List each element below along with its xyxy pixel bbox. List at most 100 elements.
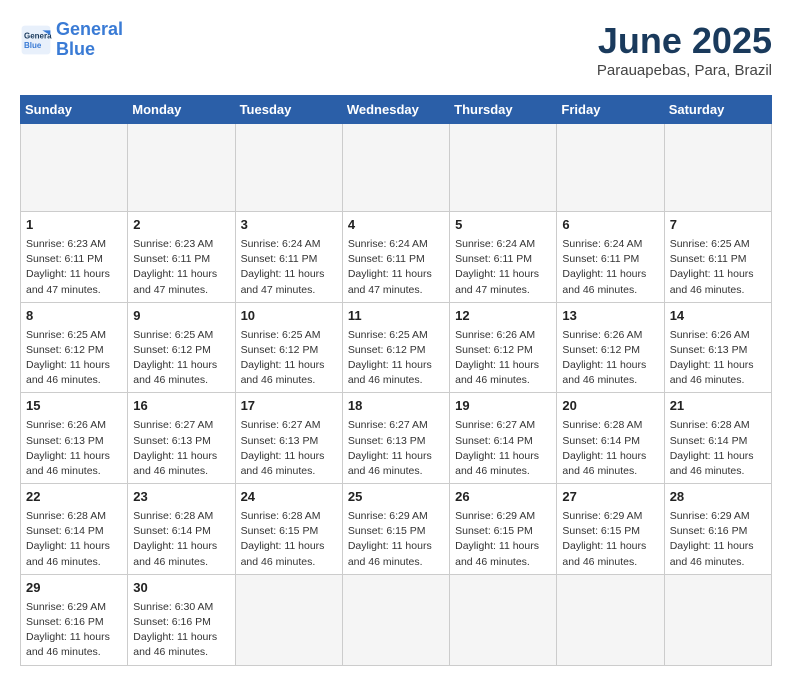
calendar-day-cell	[450, 574, 557, 665]
day-info: Sunrise: 6:27 AMSunset: 6:14 PMDaylight:…	[455, 418, 551, 479]
calendar-day-cell: 28 Sunrise: 6:29 AMSunset: 6:16 PMDayligh…	[664, 484, 771, 575]
calendar-day-cell: 25 Sunrise: 6:29 AMSunset: 6:15 PMDayligh…	[342, 484, 449, 575]
calendar-day-cell	[21, 124, 128, 212]
calendar-day-cell: 6Sunrise: 6:24 AMSunset: 6:11 PMDaylight…	[557, 212, 664, 303]
logo-name: GeneralBlue	[56, 20, 123, 60]
weekday-header: Saturday	[664, 96, 771, 124]
calendar-day-cell: 17Sunrise: 6:27 AMSunset: 6:13 PMDayligh…	[235, 393, 342, 484]
day-number: 27	[562, 488, 658, 507]
calendar-day-cell	[664, 124, 771, 212]
calendar-day-cell: 12Sunrise: 6:26 AMSunset: 6:12 PMDayligh…	[450, 302, 557, 393]
calendar-day-cell: 16Sunrise: 6:27 AMSunset: 6:13 PMDayligh…	[128, 393, 235, 484]
day-info: Sunrise: 6:25 AMSunset: 6:12 PMDaylight:…	[348, 328, 444, 389]
calendar-week-row: 22 Sunrise: 6:28 AMSunset: 6:14 PMDayligh…	[21, 484, 772, 575]
month-title: June 2025	[597, 20, 772, 62]
day-number: 7	[670, 216, 766, 235]
day-info: Sunrise: 6:23 AMSunset: 6:11 PMDaylight:…	[26, 237, 122, 298]
calendar-day-cell: 30Sunrise: 6:30 AMSunset: 6:16 PMDayligh…	[128, 574, 235, 665]
calendar-day-cell: 18 Sunrise: 6:27 AMSunset: 6:13 PMDayligh…	[342, 393, 449, 484]
calendar-day-cell: 19 Sunrise: 6:27 AMSunset: 6:14 PMDayligh…	[450, 393, 557, 484]
calendar-day-cell: 24Sunrise: 6:28 AMSunset: 6:15 PMDayligh…	[235, 484, 342, 575]
day-info: Sunrise: 6:29 AMSunset: 6:15 PMDaylight:…	[348, 509, 444, 570]
logo-text: GeneralBlue	[56, 20, 123, 60]
day-number: 13	[562, 307, 658, 326]
calendar-day-cell: 22 Sunrise: 6:28 AMSunset: 6:14 PMDayligh…	[21, 484, 128, 575]
logo-icon: General Blue	[20, 24, 52, 56]
day-number: 18	[348, 397, 444, 416]
calendar-day-cell	[557, 574, 664, 665]
day-info: Sunrise: 6:29 AMSunset: 6:15 PMDaylight:…	[562, 509, 658, 570]
day-info: Sunrise: 6:27 AMSunset: 6:13 PMDaylight:…	[348, 418, 444, 479]
calendar-day-cell: 4 Sunrise: 6:24 AMSunset: 6:11 PMDaylight…	[342, 212, 449, 303]
day-number: 24	[241, 488, 337, 507]
day-number: 3	[241, 216, 337, 235]
svg-text:Blue: Blue	[24, 41, 42, 50]
weekday-header: Thursday	[450, 96, 557, 124]
day-number: 1	[26, 216, 122, 235]
day-info: Sunrise: 6:28 AMSunset: 6:14 PMDaylight:…	[670, 418, 766, 479]
calendar-day-cell: 27 Sunrise: 6:29 AMSunset: 6:15 PMDayligh…	[557, 484, 664, 575]
day-number: 26	[455, 488, 551, 507]
calendar-day-cell: 26 Sunrise: 6:29 AMSunset: 6:15 PMDayligh…	[450, 484, 557, 575]
day-number: 9	[133, 307, 229, 326]
day-info: Sunrise: 6:26 AMSunset: 6:13 PMDaylight:…	[670, 328, 766, 389]
day-info: Sunrise: 6:25 AMSunset: 6:12 PMDaylight:…	[241, 328, 337, 389]
day-number: 4	[348, 216, 444, 235]
day-number: 30	[133, 579, 229, 598]
calendar-day-cell: 5 Sunrise: 6:24 AMSunset: 6:11 PMDaylight…	[450, 212, 557, 303]
calendar-day-cell	[235, 124, 342, 212]
day-info: Sunrise: 6:28 AMSunset: 6:14 PMDaylight:…	[133, 509, 229, 570]
day-number: 10	[241, 307, 337, 326]
calendar-header-row: SundayMondayTuesdayWednesdayThursdayFrid…	[21, 96, 772, 124]
day-number: 22	[26, 488, 122, 507]
weekday-header: Friday	[557, 96, 664, 124]
day-info: Sunrise: 6:27 AMSunset: 6:13 PMDaylight:…	[133, 418, 229, 479]
calendar-day-cell	[664, 574, 771, 665]
day-number: 15	[26, 397, 122, 416]
day-info: Sunrise: 6:27 AMSunset: 6:13 PMDaylight:…	[241, 418, 337, 479]
calendar-day-cell	[557, 124, 664, 212]
day-info: Sunrise: 6:28 AMSunset: 6:14 PMDaylight:…	[562, 418, 658, 479]
calendar-day-cell	[235, 574, 342, 665]
calendar-table: SundayMondayTuesdayWednesdayThursdayFrid…	[20, 95, 772, 666]
day-number: 29	[26, 579, 122, 598]
calendar-day-cell: 11 Sunrise: 6:25 AMSunset: 6:12 PMDayligh…	[342, 302, 449, 393]
day-number: 6	[562, 216, 658, 235]
day-info: Sunrise: 6:26 AMSunset: 6:13 PMDaylight:…	[26, 418, 122, 479]
day-number: 5	[455, 216, 551, 235]
logo: General Blue GeneralBlue	[20, 20, 123, 60]
day-info: Sunrise: 6:26 AMSunset: 6:12 PMDaylight:…	[562, 328, 658, 389]
day-info: Sunrise: 6:25 AMSunset: 6:12 PMDaylight:…	[26, 328, 122, 389]
day-number: 19	[455, 397, 551, 416]
calendar-day-cell: 14Sunrise: 6:26 AMSunset: 6:13 PMDayligh…	[664, 302, 771, 393]
calendar-day-cell	[450, 124, 557, 212]
calendar-day-cell: 10 Sunrise: 6:25 AMSunset: 6:12 PMDayligh…	[235, 302, 342, 393]
day-number: 25	[348, 488, 444, 507]
calendar-week-row: 8Sunrise: 6:25 AMSunset: 6:12 PMDaylight…	[21, 302, 772, 393]
title-block: June 2025 Parauapebas, Para, Brazil	[597, 20, 772, 79]
day-number: 2	[133, 216, 229, 235]
day-info: Sunrise: 6:28 AMSunset: 6:14 PMDaylight:…	[26, 509, 122, 570]
day-info: Sunrise: 6:25 AMSunset: 6:11 PMDaylight:…	[670, 237, 766, 298]
calendar-week-row: 1 Sunrise: 6:23 AMSunset: 6:11 PMDaylight…	[21, 212, 772, 303]
day-info: Sunrise: 6:29 AMSunset: 6:16 PMDaylight:…	[670, 509, 766, 570]
calendar-day-cell: 15 Sunrise: 6:26 AMSunset: 6:13 PMDayligh…	[21, 393, 128, 484]
day-number: 28	[670, 488, 766, 507]
calendar-day-cell: 13 Sunrise: 6:26 AMSunset: 6:12 PMDayligh…	[557, 302, 664, 393]
day-info: Sunrise: 6:24 AMSunset: 6:11 PMDaylight:…	[455, 237, 551, 298]
day-info: Sunrise: 6:24 AMSunset: 6:11 PMDaylight:…	[348, 237, 444, 298]
day-info: Sunrise: 6:29 AMSunset: 6:15 PMDaylight:…	[455, 509, 551, 570]
calendar-day-cell	[128, 124, 235, 212]
day-info: Sunrise: 6:25 AMSunset: 6:12 PMDaylight:…	[133, 328, 229, 389]
day-number: 11	[348, 307, 444, 326]
calendar-week-row	[21, 124, 772, 212]
page-header: General Blue GeneralBlue June 2025 Parau…	[20, 20, 772, 79]
calendar-day-cell: 1 Sunrise: 6:23 AMSunset: 6:11 PMDaylight…	[21, 212, 128, 303]
day-number: 21	[670, 397, 766, 416]
day-info: Sunrise: 6:23 AMSunset: 6:11 PMDaylight:…	[133, 237, 229, 298]
calendar-day-cell: 7 Sunrise: 6:25 AMSunset: 6:11 PMDaylight…	[664, 212, 771, 303]
day-number: 23	[133, 488, 229, 507]
calendar-day-cell: 21 Sunrise: 6:28 AMSunset: 6:14 PMDayligh…	[664, 393, 771, 484]
calendar-day-cell	[342, 574, 449, 665]
calendar-day-cell: 23 Sunrise: 6:28 AMSunset: 6:14 PMDayligh…	[128, 484, 235, 575]
